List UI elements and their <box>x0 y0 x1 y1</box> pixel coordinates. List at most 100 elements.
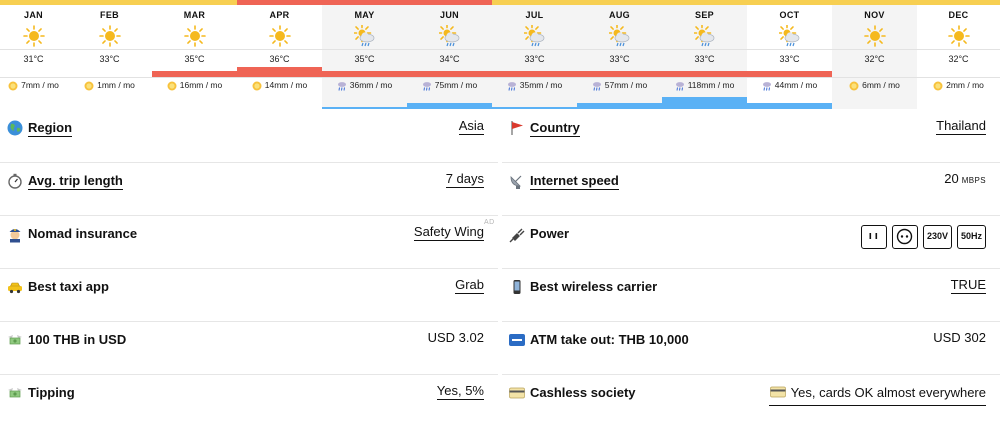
best-wireless-carrier-value[interactable]: TRUE <box>950 277 986 294</box>
month-column-aug: AUG 33°C 57mm / mo <box>577 0 662 109</box>
month-name: JUL <box>525 10 544 20</box>
row-divider <box>0 374 498 375</box>
region-value[interactable]: Asia <box>458 118 484 135</box>
month-column-sep: SEP 33°C 118mm / mo <box>662 0 747 109</box>
rainfall-value: 16mm / mo <box>179 80 223 90</box>
internet-speed-label[interactable]: Internet speed <box>530 173 619 190</box>
best-taxi-app-value[interactable]: Grab <box>455 277 484 294</box>
credit-card-icon <box>769 383 787 404</box>
sun-icon <box>152 25 237 47</box>
thb-in-usd-value-text: USD 3.02 <box>427 330 484 345</box>
month-name: JAN <box>24 10 43 20</box>
climate-table: JAN 31°C 7mm / mo FEB 33°C 1mm / mo MAR 35°C 16m… <box>0 0 1000 109</box>
info-grid: AD Region Asia Avg. trip length 7 days Nomad… <box>0 109 1000 427</box>
tipping-value[interactable]: Yes, 5% <box>436 383 484 400</box>
sun-small-icon <box>167 81 177 91</box>
month-top-bar <box>152 0 237 5</box>
month-name: OCT <box>779 10 800 20</box>
red-flag-icon <box>508 119 526 137</box>
table-divider <box>0 49 1000 50</box>
month-column-jan: JAN 31°C 7mm / mo <box>0 0 67 109</box>
info-row-tipping: Tipping Yes, 5% <box>0 374 498 427</box>
month-name: FEB <box>100 10 119 20</box>
tipping-label: Tipping <box>28 385 75 400</box>
row-divider <box>502 215 1000 216</box>
month-temperature: 33°C <box>779 54 800 64</box>
rain-small-icon <box>675 81 684 91</box>
rainfall-value: 44mm / mo <box>774 80 818 90</box>
month-temperature: 36°C <box>269 54 290 64</box>
month-rainfall: 16mm / mo <box>152 80 237 91</box>
sun-icon <box>832 25 917 47</box>
sun-cloud-rain-icon <box>322 25 407 47</box>
internet-speed-unit: MBPS <box>961 176 986 185</box>
month-top-bar <box>322 0 407 5</box>
row-divider <box>502 162 1000 163</box>
month-name: MAR <box>183 10 206 20</box>
row-divider <box>0 321 498 322</box>
country-label[interactable]: Country <box>530 120 580 137</box>
rainfall-value: 7mm / mo <box>21 80 59 90</box>
cashless-society-value[interactable]: Yes, cards OK almost everywhere <box>768 383 986 406</box>
info-row-power: Power 230V 50Hz <box>502 215 1000 268</box>
sun-small-icon <box>933 81 943 91</box>
info-row-best-wireless-carrier: Best wireless carrier TRUE <box>502 268 1000 321</box>
rainfall-value: 75mm / mo <box>434 80 478 90</box>
info-row-thb-in-usd: 100 THB in USD USD 3.02 <box>0 321 498 374</box>
rain-small-icon <box>762 81 771 91</box>
month-top-bar <box>747 0 832 5</box>
country-value[interactable]: Thailand <box>936 118 986 135</box>
region-label[interactable]: Region <box>28 120 73 137</box>
month-column-dec: DEC 32°C 2mm / mo <box>917 0 1000 109</box>
rainfall-value: 36mm / mo <box>349 80 393 90</box>
satellite-dish-icon <box>508 172 526 190</box>
rainfall-value: 14mm / mo <box>264 80 308 90</box>
power-plugs: 230V 50Hz <box>856 225 986 249</box>
month-top-bar <box>917 0 1000 5</box>
rainfall-value: 6mm / mo <box>862 80 900 90</box>
region-value-text: Asia <box>458 118 484 133</box>
atm-take-out-value-text: USD 302 <box>933 330 986 345</box>
rain-small-icon <box>507 81 516 91</box>
police-officer-icon <box>6 225 24 243</box>
row-divider <box>0 268 498 269</box>
sun-cloud-rain-icon <box>407 25 492 47</box>
month-rainfall: 118mm / mo <box>662 80 747 91</box>
info-row-internet-speed: Internet speed 20 MBPS <box>502 162 1000 215</box>
rainfall-value: 35mm / mo <box>519 80 563 90</box>
row-divider <box>502 321 1000 322</box>
month-column-jun: JUN 34°C 75mm / mo <box>407 0 492 109</box>
month-temperature: 31°C <box>23 54 44 64</box>
month-name: DEC <box>948 10 969 20</box>
avg-trip-length-value-text: 7 days <box>445 171 484 186</box>
month-rainfall: 7mm / mo <box>0 80 67 91</box>
month-top-bar <box>0 0 67 5</box>
sun-cloud-rain-icon <box>492 25 577 47</box>
month-temperature: 33°C <box>524 54 545 64</box>
month-column-may: MAY 35°C 36mm / mo <box>322 0 407 109</box>
internet-speed-value: 20 MBPS <box>944 171 986 186</box>
nomad-insurance-value[interactable]: Safety Wing <box>413 224 484 241</box>
month-rainfall: 36mm / mo <box>322 80 407 91</box>
month-temperature: 32°C <box>864 54 885 64</box>
money-with-wings-icon <box>6 384 24 402</box>
power-spec-badge: 230V <box>922 225 952 249</box>
info-row-atm-take-out: ATM take out: THB 10,000 USD 302 <box>502 321 1000 374</box>
avg-trip-length-value[interactable]: 7 days <box>445 171 484 188</box>
internet-speed-value-text: 20 <box>944 171 959 186</box>
atm-icon <box>508 331 526 349</box>
plug-type-c-icon <box>891 225 918 249</box>
month-temperature: 33°C <box>609 54 630 64</box>
stopwatch-icon <box>6 172 24 190</box>
taxi-icon <box>6 278 24 296</box>
info-row-best-taxi-app: Best taxi app Grab <box>0 268 498 321</box>
rainfall-value: 1mm / mo <box>97 80 135 90</box>
row-divider <box>502 268 1000 269</box>
month-column-oct: OCT 33°C 44mm / mo <box>747 0 832 109</box>
month-column-jul: JUL 33°C 35mm / mo <box>492 0 577 109</box>
best-wireless-carrier-value-text: TRUE <box>950 277 986 292</box>
month-top-bar <box>237 0 322 5</box>
best-taxi-app-label: Best taxi app <box>28 279 109 294</box>
avg-trip-length-label[interactable]: Avg. trip length <box>28 173 123 190</box>
nomad-insurance-value-text: Safety Wing <box>413 224 484 239</box>
